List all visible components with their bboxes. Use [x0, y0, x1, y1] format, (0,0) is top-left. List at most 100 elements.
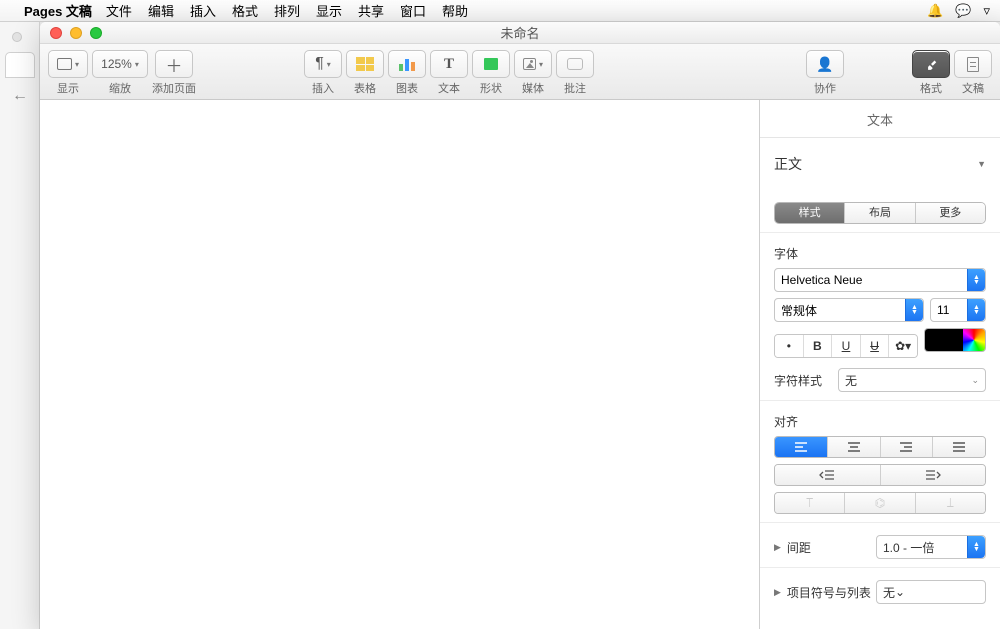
valign-bottom-button[interactable]: ⟘: [916, 493, 985, 513]
format-label: 格式: [920, 80, 942, 96]
underline-button[interactable]: U: [832, 335, 861, 357]
font-family-select[interactable]: ▲▼: [774, 268, 986, 292]
align-section-title: 对齐: [774, 413, 986, 430]
menu-edit[interactable]: 编辑: [148, 1, 174, 20]
comment-button[interactable]: [556, 50, 594, 78]
bullets-select[interactable]: 无 ⌄: [876, 580, 986, 604]
spacing-label: 间距: [787, 539, 811, 556]
stepper-cap-icon: ▲▼: [967, 299, 985, 321]
window-title: 未命名: [40, 23, 1000, 42]
wechat-icon[interactable]: 💬: [955, 3, 971, 19]
menu-window[interactable]: 窗口: [400, 1, 426, 20]
indent-button[interactable]: [881, 465, 986, 485]
wifi-icon[interactable]: ▿: [983, 3, 990, 19]
mac-menubar: Pages 文稿 文件 编辑 插入 格式 排列 显示 共享 窗口 帮助 🔔 💬 …: [0, 0, 1000, 22]
media-label: 媒体: [522, 80, 544, 96]
text-color-button[interactable]: [924, 328, 986, 352]
chevron-down-icon: ⌄: [971, 375, 979, 386]
add-page-label: 添加页面: [152, 80, 196, 96]
menu-format[interactable]: 格式: [232, 1, 258, 20]
panel-title: 文本: [760, 100, 1000, 138]
align-center-button[interactable]: [828, 437, 881, 457]
dropdown-cap-icon: ▲▼: [967, 536, 985, 558]
insert-button[interactable]: ¶▾: [304, 50, 342, 78]
align-left-button[interactable]: [775, 437, 828, 457]
tab-style[interactable]: 样式: [775, 203, 845, 223]
zoom-label: 缩放: [109, 80, 131, 96]
valign-middle-button[interactable]: ⌬: [845, 493, 915, 513]
chart-button[interactable]: [388, 50, 426, 78]
table-label: 表格: [354, 80, 376, 96]
document-label: 文稿: [962, 80, 984, 96]
document-panel-button[interactable]: [954, 50, 992, 78]
view-label: 显示: [57, 80, 79, 96]
text-button[interactable]: T: [430, 50, 468, 78]
align-right-button[interactable]: [881, 437, 934, 457]
menu-view[interactable]: 显示: [316, 1, 342, 20]
shape-label: 形状: [480, 80, 502, 96]
bullets-label: 项目符号与列表: [787, 584, 871, 601]
app-name[interactable]: Pages 文稿: [24, 1, 92, 20]
menu-arrange[interactable]: 排列: [274, 1, 300, 20]
back-button[interactable]: ←: [6, 84, 34, 108]
bullets-value: 无: [883, 584, 895, 601]
dropdown-cap-icon: ▲▼: [967, 269, 985, 291]
spacing-value: 1.0 - 一倍: [883, 539, 934, 556]
zoom-select[interactable]: 125%▾: [92, 50, 148, 78]
paragraph-style-select[interactable]: 正文 ▼: [760, 138, 1000, 190]
char-style-label: 字符样式: [774, 372, 828, 389]
brush-icon: [924, 57, 938, 71]
menu-file[interactable]: 文件: [106, 1, 132, 20]
spacing-disclosure[interactable]: ▶间距: [774, 539, 811, 556]
font-family-value[interactable]: [781, 273, 979, 287]
titlebar: 未命名: [40, 22, 1000, 44]
valign-top-button[interactable]: ⟙: [775, 493, 845, 513]
bold-button[interactable]: B: [804, 335, 833, 357]
font-weight-select[interactable]: ▲▼: [774, 298, 924, 322]
font-section-title: 字体: [774, 245, 986, 262]
document-canvas[interactable]: [40, 100, 759, 629]
shape-button[interactable]: [472, 50, 510, 78]
char-style-select[interactable]: 无 ⌄: [838, 368, 986, 392]
font-weight-value[interactable]: [781, 303, 917, 317]
collab-button[interactable]: 👤: [806, 50, 844, 78]
text-label: 文本: [438, 80, 460, 96]
char-style-value: 无: [845, 372, 857, 389]
menu-help[interactable]: 帮助: [442, 1, 468, 20]
bullets-disclosure[interactable]: ▶项目符号与列表: [774, 584, 871, 601]
chevron-down-icon: ▼: [977, 159, 986, 169]
chart-label: 图表: [396, 80, 418, 96]
dropdown-cap-icon: ▲▼: [905, 299, 923, 321]
tab-layout[interactable]: 布局: [845, 203, 915, 223]
menu-share[interactable]: 共享: [358, 1, 384, 20]
font-size-field[interactable]: ▲▼: [930, 298, 986, 322]
table-button[interactable]: [346, 50, 384, 78]
spacing-select[interactable]: 1.0 - 一倍 ▲▼: [876, 535, 986, 559]
menu-insert[interactable]: 插入: [190, 1, 216, 20]
bold-button[interactable]: •: [775, 335, 804, 357]
outdent-button[interactable]: [775, 465, 881, 485]
color-wheel-icon: [963, 329, 985, 351]
add-page-button[interactable]: ＋: [155, 50, 193, 78]
insert-label: 插入: [312, 80, 334, 96]
media-button[interactable]: ▾: [514, 50, 552, 78]
format-panel: 文本 正文 ▼ 样式 布局 更多 字体 ▲▼: [760, 100, 1000, 629]
browser-tab[interactable]: [5, 52, 35, 78]
toolbar: ▾ 显示 125%▾ 缩放 ＋ 添加页面 ¶▾ 插入 表格 图表 T 文本: [40, 44, 1000, 100]
format-panel-button[interactable]: [912, 50, 950, 78]
font-advanced-button[interactable]: ✿▾: [889, 335, 917, 357]
align-justify-button[interactable]: [933, 437, 985, 457]
window-control-dim: [12, 32, 22, 42]
view-button[interactable]: ▾: [48, 50, 88, 78]
pages-window: 未命名 ▾ 显示 125%▾ 缩放 ＋ 添加页面 ¶▾ 插入 表格 图表 T: [40, 22, 1000, 629]
notification-icon[interactable]: 🔔: [927, 3, 943, 19]
collab-label: 协作: [814, 80, 836, 96]
text-align-segment: [774, 436, 986, 458]
tab-more[interactable]: 更多: [916, 203, 985, 223]
paragraph-style-value: 正文: [774, 154, 802, 174]
comment-label: 批注: [564, 80, 586, 96]
chevron-down-icon: ⌄: [895, 585, 905, 599]
color-swatch: [925, 329, 963, 351]
panel-tabs: 样式 布局 更多: [774, 202, 986, 224]
strike-button[interactable]: U: [861, 335, 890, 357]
